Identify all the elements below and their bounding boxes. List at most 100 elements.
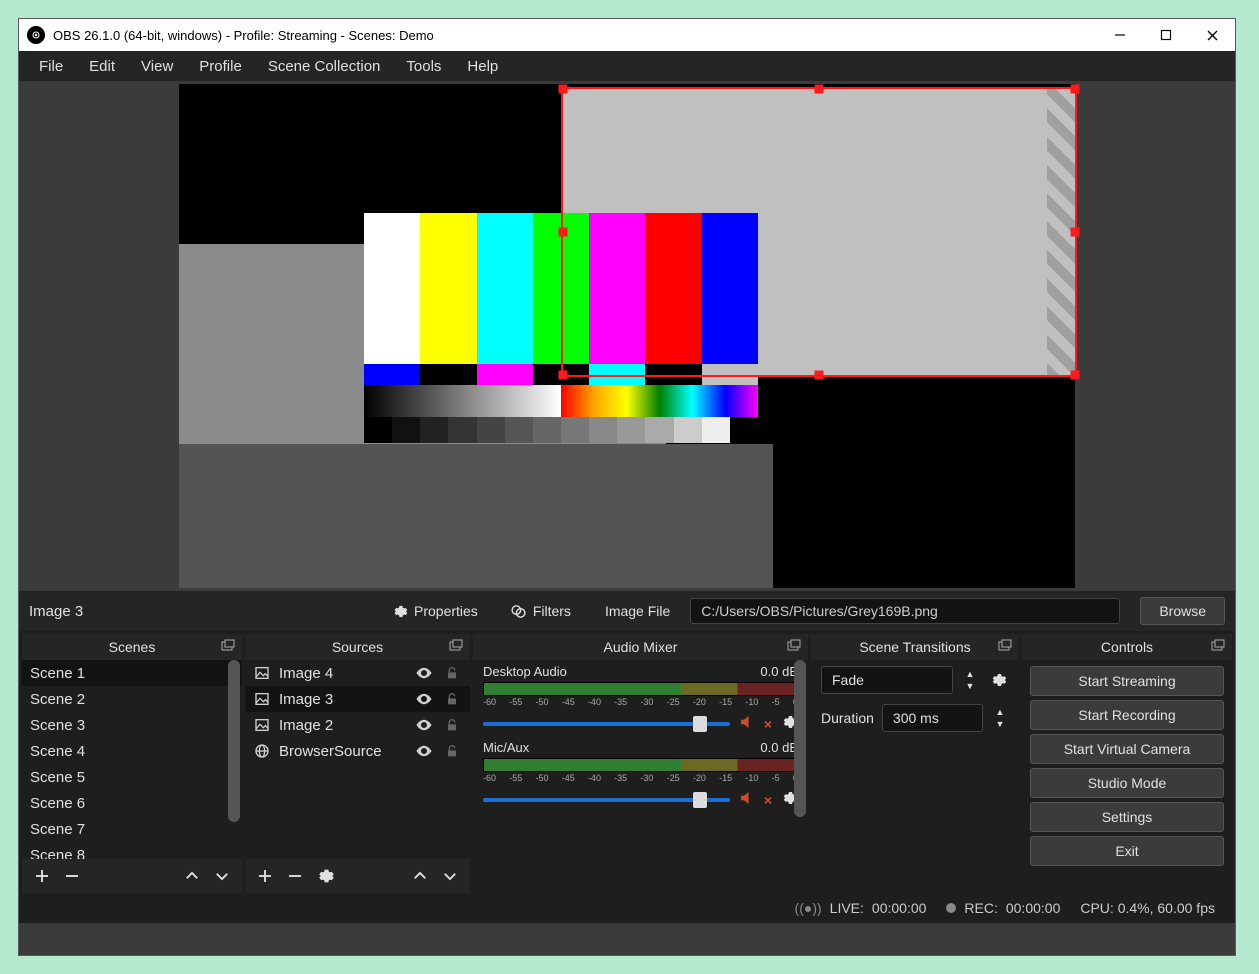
browse-button[interactable]: Browse [1140, 597, 1225, 625]
visibility-toggle[interactable] [414, 715, 434, 735]
image-icon [253, 716, 271, 734]
transition-select[interactable]: Fade [821, 666, 953, 694]
source-row[interactable]: Image 3 [245, 686, 470, 712]
channel-name: Mic/Aux [483, 740, 529, 755]
rec-status: REC: 00:00:00 [946, 900, 1060, 916]
close-button[interactable] [1189, 19, 1235, 51]
control-button-settings[interactable]: Settings [1030, 802, 1224, 832]
control-button-exit[interactable]: Exit [1030, 836, 1224, 866]
scene-row[interactable]: Scene 8 [22, 842, 242, 859]
statusbar: ((●)) LIVE: 00:00:00 REC: 00:00:00 CPU: … [19, 893, 1235, 923]
gear-icon [391, 603, 408, 620]
live-status: ((●)) LIVE: 00:00:00 [795, 900, 927, 916]
maximize-button[interactable] [1143, 19, 1189, 51]
volume-slider[interactable] [483, 798, 730, 802]
controls-header: Controls [1022, 634, 1232, 660]
control-button-start-recording[interactable]: Start Recording [1030, 700, 1224, 730]
visibility-toggle[interactable] [414, 663, 434, 683]
image-file-label: Image File [605, 603, 670, 619]
app-icon [27, 26, 45, 44]
scene-row[interactable]: Scene 7 [22, 816, 242, 842]
control-button-start-virtual-camera[interactable]: Start Virtual Camera [1030, 734, 1224, 764]
properties-button[interactable]: Properties [381, 599, 488, 624]
add-scene-button[interactable] [30, 864, 54, 888]
popout-icon[interactable] [997, 638, 1013, 654]
controls-dock: Controls Start Streaming Start Recording S… [1022, 634, 1232, 893]
duration-input[interactable]: 300 ms [882, 704, 983, 732]
docks-area: Scenes Scene 1Scene 2Scene 3Scene 4Scene… [19, 631, 1235, 893]
duration-spin[interactable]: ▲▼ [991, 706, 1009, 730]
duration-label: Duration [821, 710, 874, 726]
volume-slider[interactable] [483, 722, 730, 726]
source-up-button[interactable] [408, 864, 432, 888]
add-source-button[interactable] [253, 864, 277, 888]
menu-tools[interactable]: Tools [394, 54, 453, 79]
control-button-studio-mode[interactable]: Studio Mode [1030, 768, 1224, 798]
lock-toggle[interactable] [442, 715, 462, 735]
menu-help[interactable]: Help [455, 54, 510, 79]
menu-file[interactable]: File [27, 54, 75, 79]
menu-scene-collection[interactable]: Scene Collection [256, 54, 393, 79]
popout-icon[interactable] [1210, 638, 1226, 654]
close-icon[interactable]: × [764, 716, 772, 732]
control-button-start-streaming[interactable]: Start Streaming [1030, 666, 1224, 696]
transitions-dock: Scene Transitions Fade ▲▼ Duration 300 m… [811, 634, 1019, 893]
cpu-status: CPU: 0.4%, 60.00 fps [1080, 900, 1215, 916]
minimize-button[interactable] [1097, 19, 1143, 51]
popout-icon[interactable] [786, 638, 802, 654]
scene-up-button[interactable] [180, 864, 204, 888]
menu-edit[interactable]: Edit [77, 54, 127, 79]
preview-area[interactable] [19, 81, 1235, 591]
menubar: File Edit View Profile Scene Collection … [19, 51, 1235, 81]
lock-toggle[interactable] [442, 663, 462, 683]
app-window: OBS 26.1.0 (64-bit, windows) - Profile: … [18, 18, 1236, 956]
remove-scene-button[interactable] [60, 864, 84, 888]
source-row[interactable]: Image 4 [245, 660, 470, 686]
transition-spin[interactable]: ▲▼ [961, 668, 979, 692]
lock-toggle[interactable] [442, 741, 462, 761]
image-file-path-input[interactable]: C:/Users/OBS/Pictures/Grey169B.png [690, 598, 1120, 624]
source-toolbar: Image 3 Properties Filters Image File C:… [19, 591, 1235, 631]
menu-view[interactable]: View [129, 54, 185, 79]
mute-button[interactable] [738, 789, 756, 810]
remove-source-button[interactable] [283, 864, 307, 888]
scene-row[interactable]: Scene 6 [22, 790, 242, 816]
window-title: OBS 26.1.0 (64-bit, windows) - Profile: … [53, 28, 1097, 43]
popout-icon[interactable] [448, 638, 464, 654]
mixer-scrollbar[interactable] [794, 660, 806, 884]
source-row[interactable]: Image 2 [245, 712, 470, 738]
scene-row[interactable]: Scene 5 [22, 764, 242, 790]
sources-header: Sources [245, 634, 470, 660]
audio-mixer-dock: Audio Mixer Desktop Audio 0.0 dB -60-55-50… [473, 634, 808, 893]
scenes-dock: Scenes Scene 1Scene 2Scene 3Scene 4Scene… [22, 634, 242, 893]
scene-row[interactable]: Scene 4 [22, 738, 242, 764]
scene-down-button[interactable] [210, 864, 234, 888]
transition-settings-button[interactable] [987, 669, 1009, 691]
scene-row[interactable]: Scene 2 [22, 686, 242, 712]
sources-dock: Sources Image 4 Image 3Image 2BrowserSour… [245, 634, 470, 893]
popout-icon[interactable] [220, 638, 236, 654]
image-icon [253, 690, 271, 708]
mixer-header: Audio Mixer [473, 634, 808, 660]
source-name: Image 4 [279, 665, 406, 682]
selected-source-name: Image 3 [29, 603, 369, 620]
source-down-button[interactable] [438, 864, 462, 888]
meter-ticks: -60-55-50-45-40-35-30-25-20-15-10-50 [483, 697, 798, 707]
channel-name: Desktop Audio [483, 664, 567, 679]
close-icon[interactable]: × [764, 792, 772, 808]
scene-row[interactable]: Scene 1 [22, 660, 242, 686]
scene-row[interactable]: Scene 3 [22, 712, 242, 738]
menu-profile[interactable]: Profile [187, 54, 254, 79]
visibility-toggle[interactable] [414, 689, 434, 709]
channel-level: 0.0 dB [760, 740, 798, 755]
mute-button[interactable] [738, 713, 756, 734]
source-row[interactable]: BrowserSource [245, 738, 470, 764]
scenes-scrollbar[interactable] [228, 660, 240, 851]
preview-canvas[interactable] [179, 84, 1075, 588]
lock-toggle[interactable] [442, 689, 462, 709]
visibility-toggle[interactable] [414, 741, 434, 761]
filters-button[interactable]: Filters [500, 599, 581, 624]
source-properties-button[interactable] [313, 864, 337, 888]
transitions-header: Scene Transitions [811, 634, 1019, 660]
level-meter [483, 682, 798, 696]
